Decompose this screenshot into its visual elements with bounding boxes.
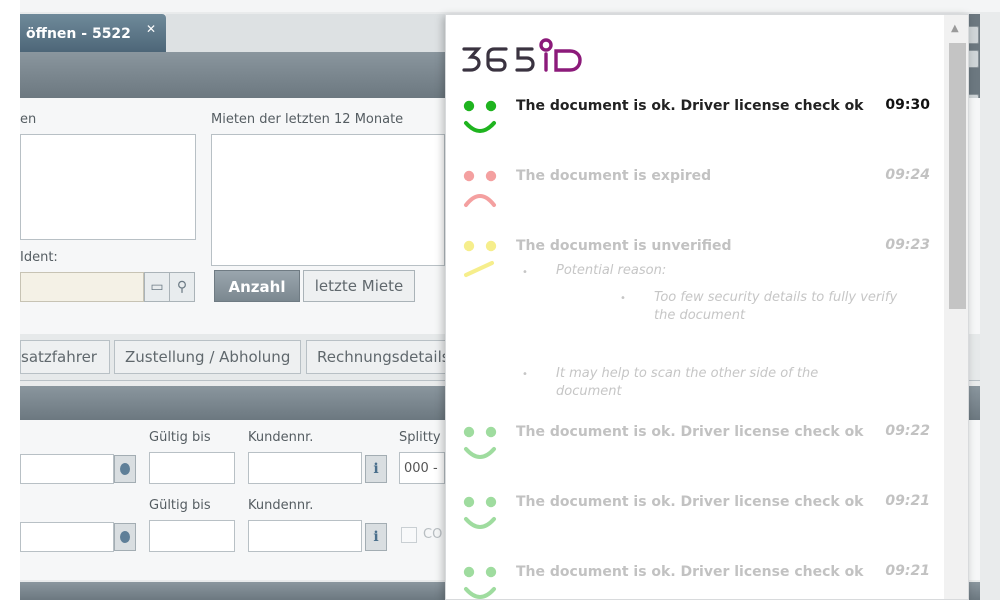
bullet-icon: • (522, 267, 528, 278)
notification-time: 09:21 (885, 563, 930, 579)
kundennr-input-2[interactable] (248, 520, 362, 552)
scan-icon[interactable]: ▭ (144, 272, 170, 302)
verification-notification-panel: ▲ The document is ok. Driver license che… (445, 14, 969, 600)
search-icon[interactable]: ⚲ (169, 272, 195, 302)
kundennr-input-1[interactable] (248, 452, 362, 484)
document-tab[interactable]: öffnen - 5522 ✕ (20, 14, 166, 52)
letzte-miete-button[interactable]: letzte Miete (303, 270, 415, 302)
notes-textarea[interactable] (20, 134, 196, 240)
money-bag-icon-2[interactable] (114, 523, 136, 551)
splitty-select[interactable]: 000 - (399, 452, 445, 484)
gueltig-bis-input-1[interactable] (149, 452, 235, 484)
happy-face-icon (463, 426, 497, 459)
notification-time: 09:30 (885, 97, 930, 113)
info-icon-1[interactable]: i (365, 455, 387, 483)
document-tab-title: öffnen - 5522 (26, 26, 131, 42)
top-strip (20, 0, 1000, 12)
reason-detail: Too few security details to fully verify… (654, 290, 898, 323)
label-gueltig-bis-1: Gültig bis (149, 430, 211, 445)
notification-text: The document is ok. Driver license check… (516, 98, 864, 114)
scroll-up-icon[interactable]: ▲ (951, 23, 959, 34)
license-number-input-2[interactable] (20, 522, 114, 552)
ident-input[interactable] (20, 272, 144, 302)
co-checkbox[interactable] (401, 527, 417, 543)
money-bag-icon[interactable] (114, 455, 136, 483)
365id-logo (462, 37, 592, 81)
happy-face-icon (463, 100, 497, 133)
reason-help: It may help to scan the other side of th… (556, 366, 819, 399)
label-ident: Ident: (20, 250, 58, 265)
bullet-icon: • (522, 369, 528, 380)
sad-face-icon (463, 170, 497, 207)
notification-time: 09:22 (885, 423, 930, 439)
label-left-top: en (20, 112, 37, 127)
notification-time: 09:24 (885, 167, 930, 183)
notification-text: The document is ok. Driver license check… (516, 424, 864, 440)
notification-text: The document is ok. Driver license check… (516, 494, 864, 510)
happy-face-icon (463, 566, 497, 599)
license-number-input-1[interactable] (20, 454, 114, 484)
tab-zustellung-abholung[interactable]: Zustellung / Abholung (114, 340, 302, 374)
rentals-list (211, 134, 445, 266)
tab-rechnungsdetails[interactable]: Rechnungsdetails (306, 340, 450, 374)
label-splitty: Splitty (399, 430, 441, 445)
notification-time: 09:23 (885, 237, 930, 253)
label-gueltig-bis-2: Gültig bis (149, 498, 211, 513)
tab-zusatzfahrer[interactable]: satzfahrer (20, 340, 110, 374)
reason-label: Potential reason: (556, 263, 667, 278)
bullet-icon: • (620, 293, 626, 304)
label-kundennr-2: Kundennr. (248, 498, 314, 513)
notification-text: The document is ok. Driver license check… (516, 564, 864, 580)
gueltig-bis-input-2[interactable] (149, 520, 235, 552)
left-margin (0, 0, 20, 600)
notification-time: 09:21 (885, 493, 930, 509)
label-rentals: Mieten der letzten 12 Monate (211, 112, 404, 127)
notification-text: The document is expired (516, 168, 712, 184)
happy-face-icon (463, 496, 497, 529)
anzahl-button[interactable]: Anzahl (214, 270, 300, 302)
neutral-face-icon (463, 240, 497, 277)
co-checkbox-label: CO (423, 527, 443, 542)
close-icon[interactable]: ✕ (146, 22, 156, 36)
label-kundennr-1: Kundennr. (248, 430, 314, 445)
notification-text: The document is unverified (516, 238, 732, 254)
info-icon-2[interactable]: i (365, 523, 387, 551)
scrollbar-thumb[interactable] (949, 43, 966, 309)
